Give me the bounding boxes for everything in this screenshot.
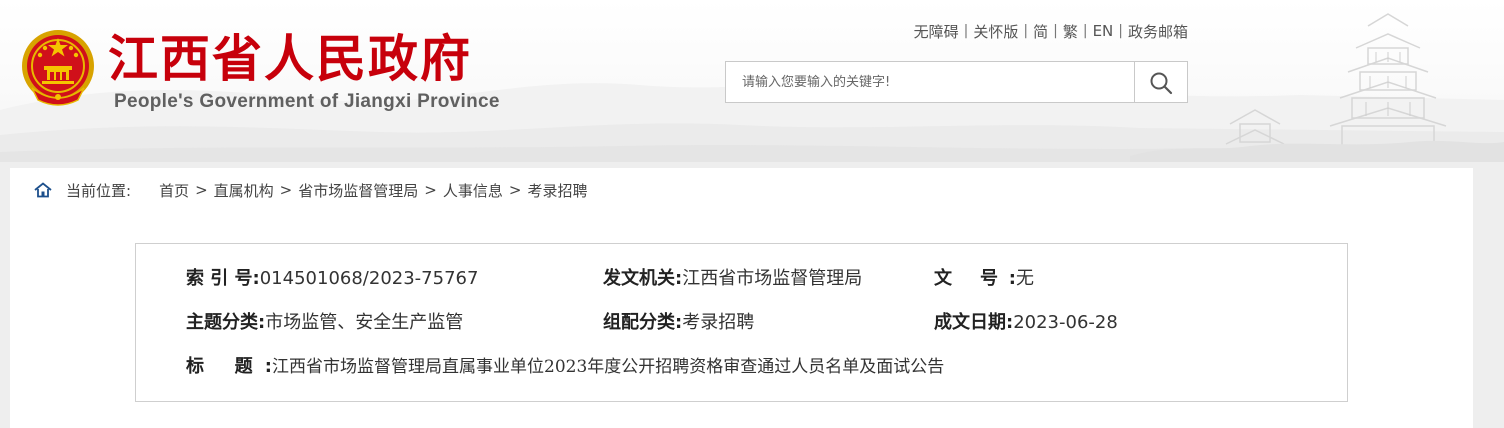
breadcrumb-recruitment[interactable]: 考录招聘: [527, 180, 587, 201]
simplified-chinese-link[interactable]: 简: [1033, 21, 1048, 42]
title-field: 标 题:江西省市场监督管理局直属事业单位2023年度公开招聘资格审查通过人员名单…: [186, 355, 944, 379]
content-panel: 当前位置: 首页 > 直属机构 > 省市场监督管理局 > 人事信息 > 考录招聘…: [10, 168, 1473, 428]
care-mode-link[interactable]: 关怀版: [973, 21, 1018, 42]
category-field: 组配分类:考录招聘: [603, 311, 754, 335]
breadcrumb-market-bureau[interactable]: 省市场监督管理局: [298, 180, 418, 201]
topic-field: 主题分类:市场监管、安全生产监管: [186, 311, 463, 335]
national-emblem-logo: [22, 30, 94, 106]
link-separator: |: [963, 23, 969, 39]
breadcrumb-separator: >: [508, 181, 522, 199]
category-value: 考录招聘: [682, 312, 755, 333]
date-label: 成文日期:: [934, 312, 1014, 333]
search-input[interactable]: [726, 62, 1135, 102]
breadcrumb-separator: >: [195, 181, 208, 199]
document-info-box: 索 引 号:014501068/2023-75767 发文机关:江西省市场监督管…: [135, 243, 1348, 402]
breadcrumb-separator: >: [279, 181, 293, 199]
title-value: 江西省市场监督管理局直属事业单位2023年度公开招聘资格审查通过人员名单及面试公…: [272, 357, 945, 377]
date-value: 2023-06-28: [1013, 312, 1118, 333]
search-box: [725, 61, 1188, 103]
link-separator: |: [1053, 23, 1058, 39]
link-separator: |: [1118, 23, 1123, 39]
breadcrumb-direct-agencies[interactable]: 直属机构: [214, 180, 274, 201]
issuer-field: 发文机关:江西省市场监督管理局: [603, 267, 862, 291]
issuer-value: 江西省市场监督管理局: [682, 268, 863, 289]
link-separator: |: [1082, 23, 1088, 39]
link-separator: |: [1023, 23, 1029, 39]
pavilion-illustration: [1130, 13, 1504, 162]
breadcrumb-personnel[interactable]: 人事信息: [443, 180, 503, 201]
breadcrumb-home[interactable]: 首页: [159, 180, 189, 201]
english-link[interactable]: EN: [1093, 22, 1114, 40]
breadcrumb-prefix: 当前位置:: [66, 181, 132, 200]
doc-number-value: 无: [1016, 268, 1034, 289]
category-label: 组配分类:: [603, 312, 683, 333]
doc-number-field: 文 号:无: [934, 267, 1034, 291]
accessibility-link[interactable]: 无障碍: [914, 21, 959, 42]
traditional-chinese-link[interactable]: 繁: [1063, 21, 1078, 42]
topic-label: 主题分类:: [186, 312, 266, 333]
title-label: 标 题:: [186, 356, 272, 377]
date-field: 成文日期:2023-06-28: [934, 311, 1118, 335]
topic-value: 市场监管、安全生产监管: [265, 312, 464, 333]
site-subtitle: People's Government of Jiangxi Province: [114, 91, 500, 112]
site-title: 江西省人民政府: [108, 29, 472, 88]
home-icon: [34, 182, 52, 198]
index-number-label: 索 引 号:: [186, 268, 260, 289]
index-number-value: 014501068/2023-75767: [259, 268, 479, 289]
site-header: 江西省人民政府 People's Government of Jiangxi P…: [0, 0, 1504, 162]
index-number-field: 索 引 号:014501068/2023-75767: [186, 267, 478, 291]
doc-number-label: 文 号:: [934, 268, 1016, 289]
issuer-label: 发文机关:: [603, 268, 683, 289]
breadcrumb: 当前位置: 首页 > 直属机构 > 省市场监督管理局 > 人事信息 > 考录招聘: [34, 180, 587, 200]
breadcrumb-separator: >: [424, 181, 437, 199]
